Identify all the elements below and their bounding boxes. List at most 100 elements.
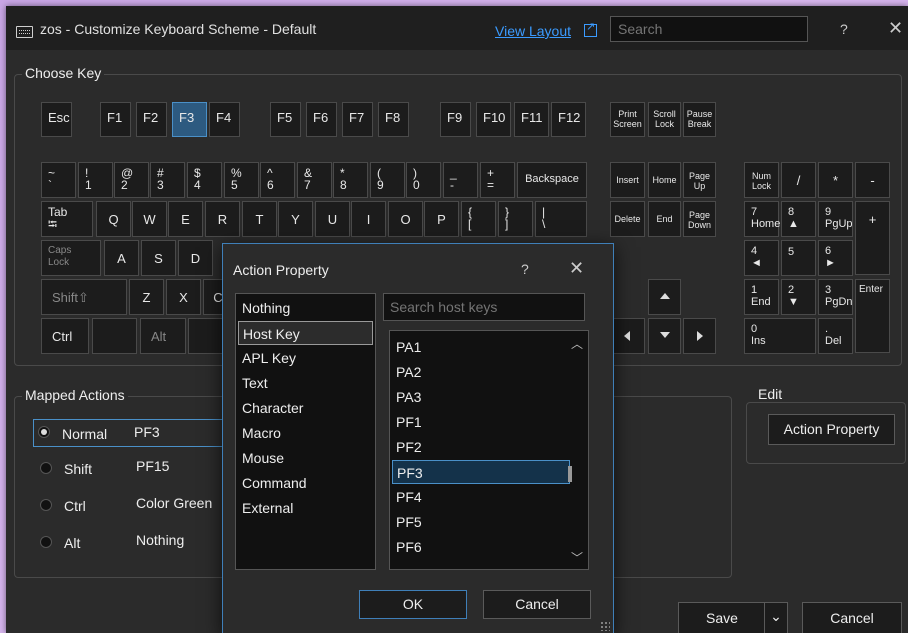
key-print-screen[interactable]: Print Screen — [610, 102, 645, 137]
key-num-multiply[interactable]: * — [818, 162, 853, 198]
radio-normal[interactable] — [38, 426, 50, 438]
action-type-item[interactable]: Mouse — [238, 446, 373, 470]
cancel-button[interactable]: Cancel — [802, 602, 902, 633]
save-button[interactable]: Save — [678, 602, 766, 633]
host-key-search-input[interactable] — [383, 293, 585, 321]
host-key-item[interactable]: PF5 — [392, 510, 570, 534]
key-caps-lock[interactable]: Caps Lock — [41, 240, 101, 276]
key-f10[interactable]: F10 — [476, 102, 511, 137]
key-f12[interactable]: F12 — [551, 102, 586, 137]
key-w[interactable]: W — [132, 201, 167, 237]
host-key-item[interactable]: PF4 — [392, 485, 570, 509]
key-2[interactable]: @ 2 — [114, 162, 149, 198]
key-x[interactable]: X — [166, 279, 201, 315]
key-delete[interactable]: Delete — [610, 201, 645, 237]
mapped-row-shift[interactable]: Shift PF15 — [36, 458, 236, 480]
key-r[interactable]: R — [205, 201, 240, 237]
key-0[interactable]: ) 0 — [406, 162, 441, 198]
action-property-button[interactable]: Action Property — [768, 414, 895, 445]
key-shift[interactable]: Shift⇧ — [41, 279, 127, 315]
key-lbrace[interactable]: { [ — [461, 201, 496, 237]
key-num-plus[interactable]: + — [855, 201, 890, 275]
dialog-cancel-button[interactable]: Cancel — [483, 590, 591, 619]
key-num2[interactable]: 2 ▼ — [781, 279, 816, 315]
host-key-item[interactable]: PA2 — [392, 360, 570, 384]
key-z[interactable]: Z — [129, 279, 164, 315]
key-num9[interactable]: 9 PgUp — [818, 201, 853, 237]
key-insert[interactable]: Insert — [610, 162, 645, 198]
key-7[interactable]: & 7 — [297, 162, 332, 198]
action-type-item[interactable]: Command — [238, 471, 373, 495]
key-f9[interactable]: F9 — [440, 102, 471, 137]
action-type-item[interactable]: Macro — [238, 421, 373, 445]
host-key-item[interactable]: PF2 — [392, 435, 570, 459]
key-num6[interactable]: 6 ► — [818, 240, 853, 276]
key-right-arrow[interactable] — [683, 318, 716, 354]
scroll-up-icon[interactable]: ︿ — [571, 335, 583, 352]
key-a[interactable]: A — [104, 240, 139, 276]
key-e[interactable]: E — [168, 201, 203, 237]
host-key-item[interactable]: PF1 — [392, 410, 570, 434]
key-alt[interactable]: Alt — [140, 318, 186, 354]
key-equals[interactable]: + = — [480, 162, 515, 198]
action-type-item[interactable]: Text — [238, 371, 373, 395]
action-type-item[interactable]: Character — [238, 396, 373, 420]
resize-grip-icon[interactable] — [600, 621, 610, 631]
key-f7[interactable]: F7 — [342, 102, 373, 137]
dialog-close-button[interactable]: ✕ — [569, 258, 584, 279]
key-num-divide[interactable]: / — [781, 162, 816, 198]
key-num7[interactable]: 7 Home — [744, 201, 780, 237]
key-y[interactable]: Y — [278, 201, 313, 237]
key-tilde[interactable]: ~ ` — [41, 162, 76, 198]
scroll-down-icon[interactable]: ﹀ — [571, 549, 583, 566]
dialog-help-button[interactable]: ? — [521, 261, 529, 277]
key-f1[interactable]: F1 — [100, 102, 131, 137]
key-pause-break[interactable]: Pause Break — [683, 102, 716, 137]
radio-ctrl[interactable] — [40, 499, 52, 511]
mapped-row-normal[interactable]: Normal PF3 — [33, 419, 235, 447]
save-dropdown-button[interactable]: ⌄ — [764, 602, 788, 633]
key-num4[interactable]: 4 ◄ — [744, 240, 779, 276]
dialog-ok-button[interactable]: OK — [359, 590, 467, 619]
host-key-list[interactable]: PA1 PA2 PA3 PF1 PF2 PF3 PF4 PF5 PF6 ︿ ﹀ — [389, 330, 589, 570]
key-6[interactable]: ^ 6 — [260, 162, 295, 198]
host-key-item[interactable]: PA3 — [392, 385, 570, 409]
key-f4[interactable]: F4 — [209, 102, 240, 137]
key-i[interactable]: I — [351, 201, 386, 237]
key-o[interactable]: O — [388, 201, 423, 237]
key-tab[interactable]: Tab ⭾ — [41, 201, 93, 237]
action-type-item[interactable]: APL Key — [238, 346, 373, 370]
key-f5[interactable]: F5 — [270, 102, 301, 137]
close-button[interactable]: ✕ — [888, 18, 903, 39]
key-d[interactable]: D — [178, 240, 213, 276]
key-f2[interactable]: F2 — [136, 102, 167, 137]
key-page-down[interactable]: Page Down — [683, 201, 716, 237]
key-ctrl[interactable]: Ctrl — [41, 318, 89, 354]
key-end[interactable]: End — [648, 201, 681, 237]
host-key-item-selected[interactable]: PF3 — [392, 460, 570, 484]
key-num8[interactable]: 8 ▲ — [781, 201, 816, 237]
key-t[interactable]: T — [242, 201, 277, 237]
key-num5[interactable]: 5 — [781, 240, 816, 276]
key-num-enter[interactable]: Enter — [855, 279, 890, 353]
radio-alt[interactable] — [40, 536, 52, 548]
external-link-icon[interactable] — [584, 20, 597, 37]
key-3[interactable]: # 3 — [150, 162, 185, 198]
key-5[interactable]: % 5 — [224, 162, 259, 198]
host-key-item[interactable]: PF6 — [392, 535, 570, 559]
key-num-lock[interactable]: Num Lock — [744, 162, 779, 198]
key-num0[interactable]: 0 Ins — [744, 318, 816, 354]
key-minus[interactable]: _ - — [443, 162, 478, 198]
key-1[interactable]: ! 1 — [78, 162, 113, 198]
action-type-item[interactable]: External — [238, 496, 373, 520]
key-left-arrow[interactable] — [610, 318, 645, 354]
mapped-row-ctrl[interactable]: Ctrl Color Green — [36, 495, 236, 517]
key-9[interactable]: ( 9 — [370, 162, 405, 198]
key-up-arrow[interactable] — [648, 279, 681, 315]
key-esc[interactable]: Esc — [41, 102, 72, 137]
key-pipe[interactable]: | \ — [535, 201, 587, 237]
host-key-scrollbar-thumb[interactable] — [568, 466, 572, 482]
key-q[interactable]: Q — [96, 201, 131, 237]
key-f3[interactable]: F3 — [172, 102, 207, 137]
key-num-minus[interactable]: - — [855, 162, 890, 198]
